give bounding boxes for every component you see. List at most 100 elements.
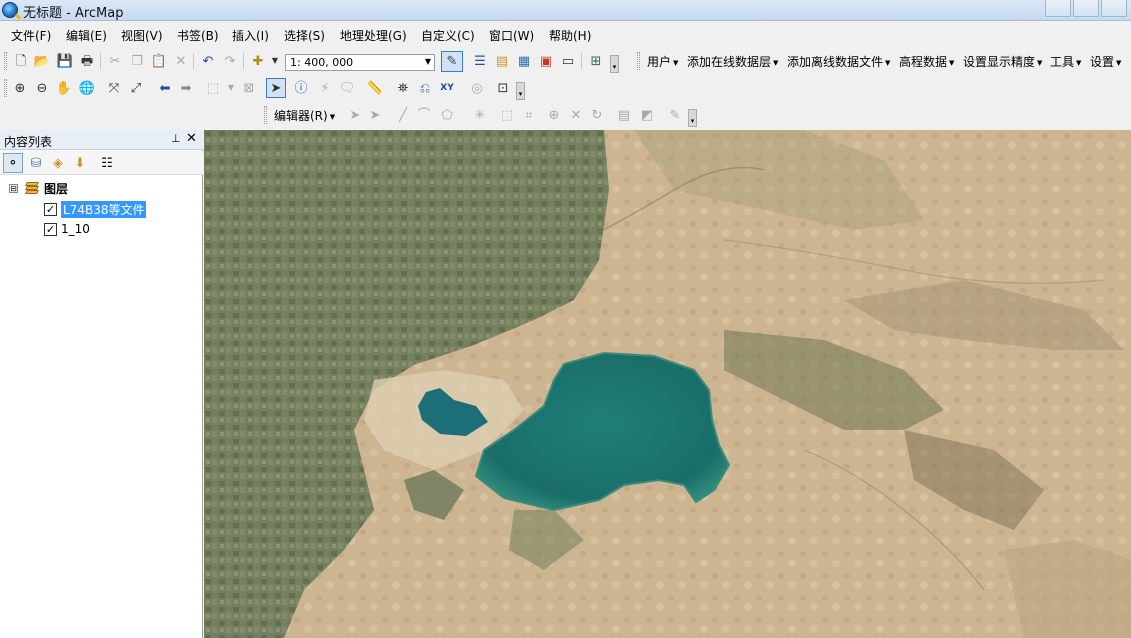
layer-label[interactable]: 1_10 [61,222,90,236]
menu-file[interactable]: 文件(F) [11,27,51,44]
paste-icon[interactable]: 📋 [150,52,168,70]
attributes-icon[interactable]: ▤ [615,106,633,124]
menu-edit[interactable]: 编辑(E) [66,27,107,44]
plugin-menu-tools[interactable]: 工具 ▼ [1050,53,1081,70]
edit-tool-icon[interactable]: ➤ [346,106,364,124]
html-popup-icon[interactable]: ⚡ [316,79,334,97]
forward-arrow-icon[interactable]: ➡ [177,79,195,97]
straight-segment-icon[interactable]: ╱ [394,106,412,124]
menu-insert[interactable]: 插入(I) [232,27,269,44]
edit-annotation-icon[interactable]: ➤ [366,106,384,124]
identify-icon[interactable]: ⓘ [292,79,310,97]
toolbar-grip[interactable] [264,106,267,124]
menu-windows[interactable]: 窗口(W) [489,27,534,44]
modelbuilder-icon[interactable]: ⊞ [587,52,605,70]
layer-visibility-checkbox[interactable]: ✓ [44,202,57,216]
pan-hand-icon[interactable]: ✋ [55,79,73,97]
trace-icon[interactable]: ⬠ [438,106,456,124]
end-point-arc-icon[interactable]: ⌒ [415,106,433,124]
search-window-icon[interactable]: ▦ [515,52,533,70]
list-by-visibility-icon[interactable]: ◈ [48,153,68,173]
plugin-menu-add-offline-file[interactable]: 添加离线数据文件 ▼ [787,53,890,70]
plugin-menu-add-online-layer[interactable]: 添加在线数据层 ▼ [687,53,778,70]
toolbar-overflow-icon[interactable]: ▾ [610,55,619,73]
go-to-xy-icon[interactable]: XY [438,79,456,97]
sketch-properties-icon[interactable]: ◩ [638,106,656,124]
menu-help[interactable]: 帮助(H) [549,27,591,44]
menu-bookmarks[interactable]: 书签(B) [177,27,219,44]
layers-root[interactable]: ⊟ 图层 [9,179,68,197]
redo-icon[interactable]: ↷ [221,52,239,70]
zoom-in-icon[interactable]: ⊕ [11,79,29,97]
copy-icon[interactable]: ❐ [128,52,146,70]
fixed-zoom-out-icon[interactable]: ⤢ [127,79,145,97]
cut-icon[interactable]: ✂ [106,52,124,70]
toolbar-grip[interactable] [4,79,7,97]
layer-label[interactable]: L74B38等文件 [61,200,147,218]
print-icon[interactable]: 🖶 [78,52,96,70]
plugin-menu-elevation[interactable]: 高程数据 ▼ [899,53,954,70]
measure-icon[interactable]: 📏 [366,79,384,97]
map-display[interactable] [204,130,1131,638]
plugin-menu-user[interactable]: 用户 ▼ [647,53,678,70]
save-icon[interactable]: 💾 [56,52,74,70]
find-binoculars-icon[interactable]: ⛯ [394,79,412,97]
python-window-icon[interactable]: ▭ [559,52,577,70]
clear-selection-icon[interactable]: ⊠ [240,79,258,97]
toolbar-grip[interactable] [637,52,640,70]
add-data-dropdown-icon[interactable]: ▼ [266,52,284,70]
menu-customize[interactable]: 自定义(C) [421,27,475,44]
add-data-icon[interactable]: ✚ [249,52,267,70]
hyperlink-icon[interactable]: 🗨 [338,79,356,97]
open-folder-icon[interactable]: 📂 [33,52,51,70]
zoom-out-icon[interactable]: ⊖ [33,79,51,97]
list-by-drawing-order-icon[interactable]: ⚬ [3,153,23,173]
create-features-icon[interactable]: ✎ [666,106,684,124]
pin-icon[interactable]: ⊥ [171,132,181,145]
close-window-button[interactable] [1101,0,1127,17]
toolbar-overflow-icon[interactable]: ▾ [688,109,697,127]
minimize-button[interactable] [1045,0,1071,17]
reshape-feature-icon[interactable]: ⌗ [520,106,538,124]
plugin-menu-display-precision[interactable]: 设置显示精度 ▼ [963,53,1042,70]
arctoolbox-icon[interactable]: ▣ [537,52,555,70]
maximize-button[interactable] [1073,0,1099,17]
toolbar-grip[interactable] [4,52,7,70]
edit-vertices-icon[interactable]: ⬚ [498,106,516,124]
select-dropdown-icon[interactable]: ▼ [222,79,240,97]
close-icon[interactable]: ✕ [186,131,197,146]
point-icon[interactable]: ✳ [471,106,489,124]
plugin-menu-settings[interactable]: 设置 ▼ [1090,53,1121,70]
collapse-icon[interactable]: ⊟ [9,183,18,193]
time-slider-icon[interactable]: ◎ [468,79,486,97]
editor-toolbar-toggle-icon[interactable]: ✎ [441,51,463,72]
find-route-icon[interactable]: ⎌ [416,79,434,97]
catalog-window-icon[interactable]: ▤ [493,52,511,70]
select-features-icon[interactable]: ⬚ [204,79,222,97]
undo-icon[interactable]: ↶ [199,52,217,70]
editor-menu[interactable]: 编辑器(R) ▼ [274,107,335,124]
new-document-icon[interactable]: 🗋 [12,52,30,70]
layer-item[interactable]: ✓ L74B38等文件 [44,200,147,218]
layer-visibility-checkbox[interactable]: ✓ [44,222,57,236]
map-scale-field[interactable]: 1: 400, 000 ▼ [285,54,435,71]
toolbar-overflow-icon[interactable]: ▾ [516,82,525,100]
menu-view[interactable]: 视图(V) [121,27,163,44]
layer-item[interactable]: ✓ 1_10 [44,220,90,238]
split-tool-icon[interactable]: ✕ [567,106,585,124]
menu-geoprocessing[interactable]: 地理处理(G) [340,27,407,44]
list-by-selection-icon[interactable]: ⬇ [70,153,90,173]
menu-selection[interactable]: 选择(S) [284,27,325,44]
list-by-source-icon[interactable]: ⛁ [26,153,46,173]
fixed-zoom-in-icon[interactable]: ⤧ [105,79,123,97]
rotate-tool-icon[interactable]: ↻ [588,106,606,124]
full-extent-globe-icon[interactable]: 🌐 [78,79,96,97]
options-icon[interactable]: ☷ [97,153,117,173]
create-viewer-window-icon[interactable]: ⊡ [494,79,512,97]
chevron-down-icon[interactable]: ▼ [425,57,431,66]
delete-icon[interactable]: ✕ [172,52,190,70]
cut-polygons-icon[interactable]: ⊕ [545,106,563,124]
back-arrow-icon[interactable]: ⬅ [156,79,174,97]
select-elements-arrow-icon[interactable]: ➤ [266,78,286,98]
table-of-contents-window-icon[interactable]: ☰ [471,52,489,70]
